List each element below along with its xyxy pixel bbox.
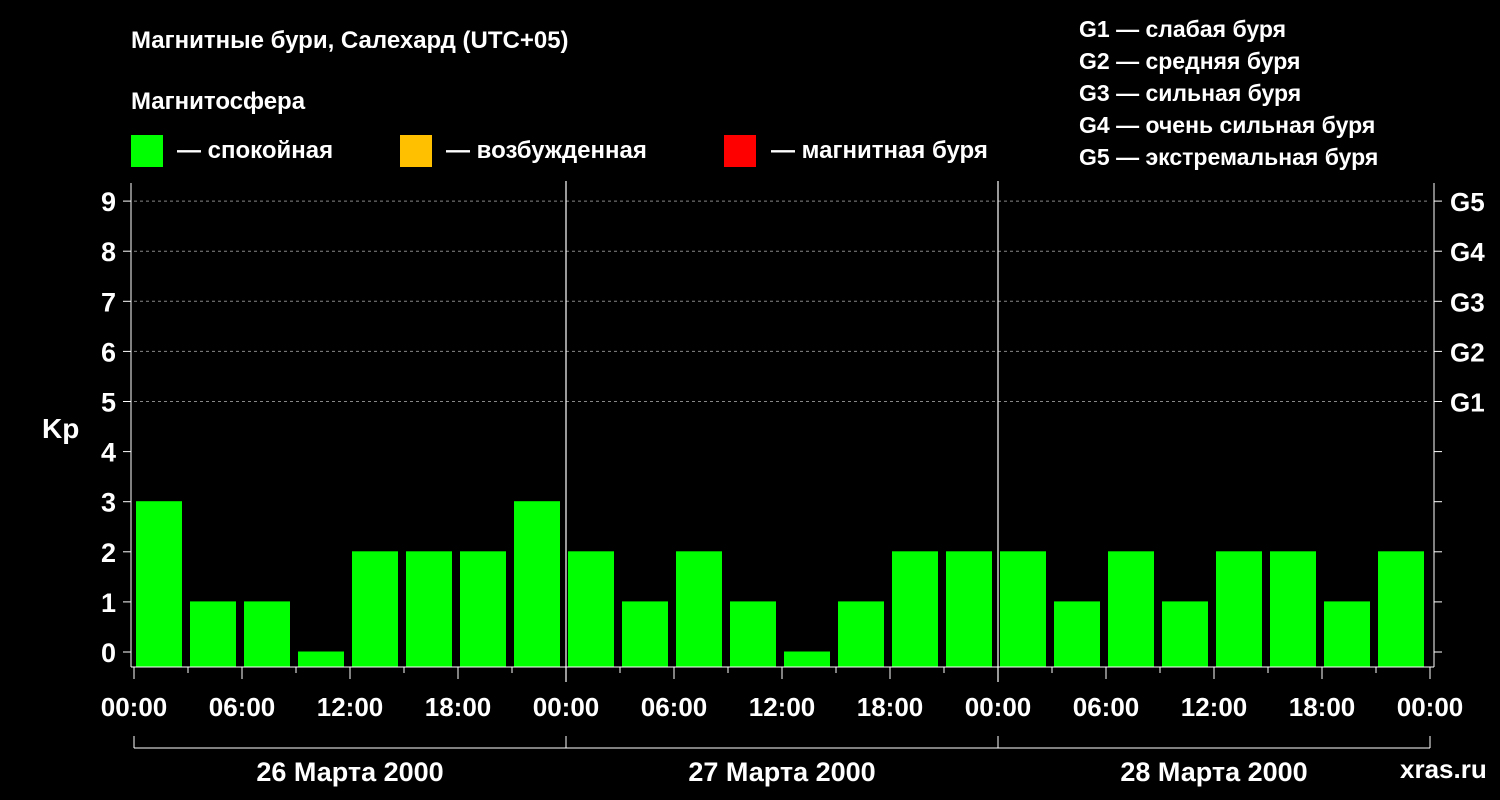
legend-swatch-excited <box>400 135 432 167</box>
bar-6 <box>460 551 506 667</box>
bar-23 <box>1378 551 1424 667</box>
bar-19 <box>1162 601 1208 667</box>
bar-10 <box>676 551 722 667</box>
bar-20 <box>1216 551 1262 667</box>
g-legend-item-g3: G3 — сильная буря <box>1079 80 1301 106</box>
g-level-label-g4: G4 <box>1450 237 1485 267</box>
legend-label-excited: — возбужденная <box>446 137 647 164</box>
gridlines <box>134 200 1430 402</box>
y-tick-label-2: 2 <box>101 538 116 568</box>
x-tick-label-9: 06:00 <box>1073 692 1140 722</box>
y-axis-label: Kp <box>42 413 79 444</box>
day-label-2: 27 Марта 2000 <box>688 757 875 787</box>
g-scale-legend: G1 — слабая буря G2 — средняя буря G3 — … <box>1079 16 1378 170</box>
g-legend-item-g1: G1 — слабая буря <box>1079 16 1286 42</box>
bar-17 <box>1054 601 1100 667</box>
y-tick-label-4: 4 <box>101 438 116 468</box>
x-tick-label-2: 12:00 <box>317 692 384 722</box>
bar-14 <box>892 551 938 667</box>
watermark: xras.ru <box>1400 754 1487 784</box>
g-legend-item-g5: G5 — экстремальная буря <box>1079 144 1378 170</box>
bar-4 <box>352 551 398 667</box>
kp-chart: Магнитные бури, Салехард (UTC+05) Магнит… <box>42 16 1487 787</box>
axis-labels: 0 1 2 3 4 5 6 7 8 9 G1 G2 G3 G4 G5 00:00 06:00 12:00 18:00… <box>101 187 1485 787</box>
legend-label-storm: — магнитная буря <box>771 137 988 164</box>
bar-5 <box>406 551 452 667</box>
bar-3 <box>298 651 344 667</box>
bar-15 <box>946 551 992 667</box>
bar-21 <box>1270 551 1316 667</box>
x-tick-label-4: 00:00 <box>533 692 600 722</box>
x-tick-label-8: 00:00 <box>965 692 1032 722</box>
x-tick-label-6: 12:00 <box>749 692 816 722</box>
y-tick-label-7: 7 <box>101 287 116 317</box>
y-tick-label-1: 1 <box>101 588 116 618</box>
color-legend: — спокойная — возбужденная — магнитная б… <box>131 135 988 167</box>
x-tick-label-0: 00:00 <box>101 692 168 722</box>
legend-swatch-quiet <box>131 135 163 167</box>
x-tick-label-7: 18:00 <box>857 692 924 722</box>
legend-swatch-storm <box>724 135 756 167</box>
g-level-label-g2: G2 <box>1450 337 1485 367</box>
bar-11 <box>730 601 776 667</box>
g-level-label-g5: G5 <box>1450 187 1485 217</box>
x-tick-label-12: 00:00 <box>1397 692 1464 722</box>
x-tick-label-5: 06:00 <box>641 692 708 722</box>
g-legend-item-g2: G2 — средняя буря <box>1079 48 1300 74</box>
y-tick-label-8: 8 <box>101 237 116 267</box>
bar-1 <box>190 601 236 667</box>
bar-2 <box>244 601 290 667</box>
bar-22 <box>1324 601 1370 667</box>
g-legend-item-g4: G4 — очень сильная буря <box>1079 112 1375 138</box>
bar-16 <box>1000 551 1046 667</box>
day-label-3: 28 Марта 2000 <box>1120 757 1307 787</box>
legend-heading: Магнитосфера <box>131 88 306 115</box>
chart-title: Магнитные бури, Салехард (UTC+05) <box>131 27 569 54</box>
bar-13 <box>838 601 884 667</box>
x-tick-label-11: 18:00 <box>1289 692 1356 722</box>
y-tick-label-5: 5 <box>101 388 116 418</box>
day-label-1: 26 Марта 2000 <box>256 757 443 787</box>
x-tick-label-3: 18:00 <box>425 692 492 722</box>
x-tick-label-10: 12:00 <box>1181 692 1248 722</box>
bars <box>136 501 1424 667</box>
bar-18 <box>1108 551 1154 667</box>
bar-9 <box>622 601 668 667</box>
bar-7 <box>514 501 560 667</box>
g-level-label-g3: G3 <box>1450 287 1485 317</box>
bar-8 <box>568 551 614 667</box>
g-level-label-g1: G1 <box>1450 388 1485 418</box>
y-tick-label-9: 9 <box>101 187 116 217</box>
x-tick-label-1: 06:00 <box>209 692 276 722</box>
legend-label-quiet: — спокойная <box>177 137 333 164</box>
y-tick-label-3: 3 <box>101 488 116 518</box>
bar-12 <box>784 651 830 667</box>
y-tick-label-6: 6 <box>101 337 116 367</box>
y-tick-label-0: 0 <box>101 638 116 668</box>
bar-0 <box>136 501 182 667</box>
